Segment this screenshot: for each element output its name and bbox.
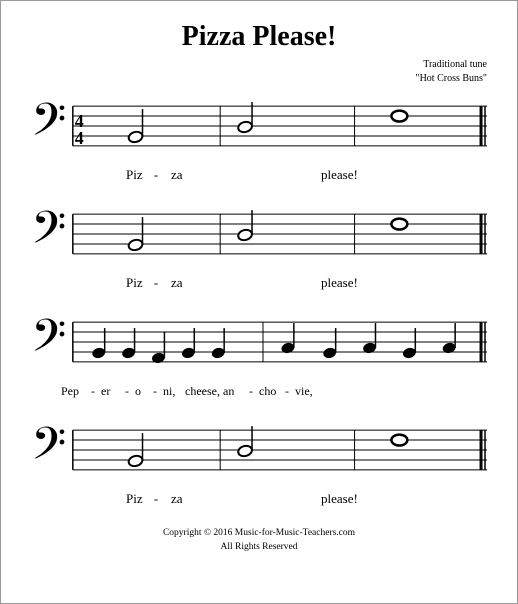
lyric-cheese: cheese, xyxy=(185,384,221,399)
note-za-4 xyxy=(237,444,253,457)
copyright: Copyright © 2016 Music-for-Music-Teacher… xyxy=(31,526,487,555)
lyric-cho: cho xyxy=(259,384,283,399)
copyright-line1: Copyright © 2016 Music-for-Music-Teacher… xyxy=(163,528,355,538)
note-please-4 xyxy=(391,435,407,446)
lyric-piz-4: Piz xyxy=(61,491,141,507)
page-title: Pizza Please! xyxy=(31,21,487,53)
note-piz-1 xyxy=(128,130,144,143)
system-4: 𝄢 Piz - za please! xyxy=(31,418,487,508)
music-sheet: Pizza Please! Traditional tune "Hot Cros… xyxy=(0,0,518,604)
lyric-please-2: please! xyxy=(321,275,401,291)
lyric-per: er xyxy=(101,384,123,399)
note-za-2 xyxy=(237,228,253,241)
attribution-line2: "Hot Cross Buns" xyxy=(415,73,487,84)
lyric-za-2: za xyxy=(171,275,231,291)
lyric-please-4: please! xyxy=(321,491,401,507)
bass-clef-4: 𝄢 xyxy=(31,419,66,480)
lyric-pep: Pep xyxy=(61,384,89,399)
note-piz-4 xyxy=(128,454,144,467)
lyric-please-1: please! xyxy=(321,167,401,183)
lyric-ni: ni, xyxy=(163,384,183,399)
staff-svg-3: 𝄢 xyxy=(31,310,487,380)
bass-clef-3: 𝄢 xyxy=(31,311,66,372)
bass-clef-1: 𝄢 xyxy=(31,95,66,156)
lyric-vie: vie, xyxy=(295,384,319,399)
lyric-an: an xyxy=(223,384,247,399)
lyric-piz-1: Piz xyxy=(61,167,141,183)
note-please-2 xyxy=(391,219,407,230)
bass-clef-2: 𝄢 xyxy=(31,203,66,264)
lyric-za-4: za xyxy=(171,491,231,507)
attribution: Traditional tune "Hot Cross Buns" xyxy=(31,58,487,86)
lyrics-4: Piz - za please! xyxy=(31,490,487,508)
staff-svg-1: 𝄢 4 4 xyxy=(31,94,487,164)
lyric-dash-1: - xyxy=(141,167,171,183)
lyrics-1: Piz - za please! xyxy=(31,166,487,184)
time-sig-bottom-1: 4 xyxy=(75,128,84,148)
lyric-dash-4: - xyxy=(141,491,171,507)
system-1: 𝄢 4 4 Piz xyxy=(31,94,487,184)
copyright-line2: All Rights Reserved xyxy=(220,542,297,552)
note-za-1 xyxy=(237,120,253,133)
lyrics-3: Pep - er - o - ni, cheese, an - cho - vi… xyxy=(31,382,487,400)
attribution-line1: Traditional tune xyxy=(423,59,487,70)
lyric-za-1: za xyxy=(171,167,231,183)
system-3: 𝄢 xyxy=(31,310,487,400)
lyric-o1: o xyxy=(135,384,151,399)
staff-svg-2: 𝄢 xyxy=(31,202,487,272)
staff-svg-4: 𝄢 xyxy=(31,418,487,488)
lyrics-2: Piz - za please! xyxy=(31,274,487,292)
lyric-dash-2: - xyxy=(141,275,171,291)
lyric-piz-2: Piz xyxy=(61,275,141,291)
note-piz-2 xyxy=(128,238,144,251)
system-2: 𝄢 Piz - za please! xyxy=(31,202,487,292)
note-please-1 xyxy=(391,111,407,122)
